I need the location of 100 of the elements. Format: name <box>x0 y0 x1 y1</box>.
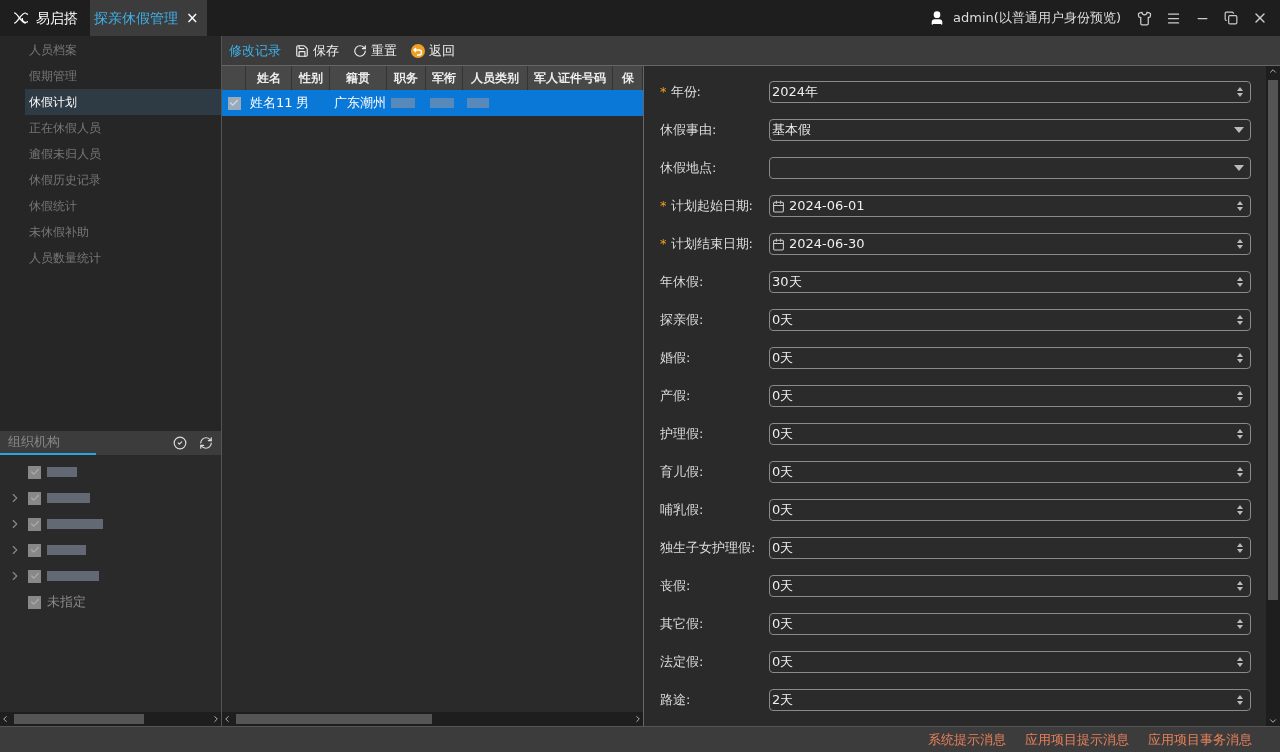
spinner-icon <box>1236 656 1244 668</box>
nav-item[interactable]: 休假历史记录 <box>25 167 221 193</box>
blurred-text <box>47 467 77 477</box>
blurred-text <box>47 519 103 529</box>
tab[interactable]: 探亲休假管理 × <box>90 0 207 36</box>
table-cell-text: 姓名11 <box>250 94 293 113</box>
reset-icon <box>353 43 367 58</box>
input-field[interactable]: 0天 <box>769 423 1251 445</box>
input-field[interactable]: 0天 <box>769 651 1251 673</box>
scroll-up-icon[interactable] <box>1268 66 1278 76</box>
checkbox[interactable] <box>28 517 41 531</box>
checkbox[interactable] <box>28 465 41 479</box>
spinner-icon <box>1236 618 1244 630</box>
input-field[interactable]: 2024-06-01 <box>769 195 1251 217</box>
dropdown-field[interactable] <box>769 157 1251 179</box>
field-label-text: 年份: <box>670 84 701 100</box>
required-mark: * <box>660 198 667 214</box>
table-cell-text: 广东潮州 <box>334 94 386 113</box>
spinner-icon <box>1236 428 1244 440</box>
blurred-text <box>467 98 489 108</box>
spinner-icon <box>1236 200 1244 212</box>
input-field[interactable]: 30天 <box>769 271 1251 293</box>
field-label-text: 休假地点: <box>660 160 717 176</box>
toolbar-button[interactable]: 保存 <box>295 40 339 61</box>
field-label-text: 路途: <box>660 692 691 708</box>
input-field[interactable]: 0天 <box>769 347 1251 369</box>
spinner-icon <box>1236 86 1244 98</box>
input-field[interactable]: 0天 <box>769 537 1251 559</box>
scroll-right-icon[interactable] <box>211 714 221 724</box>
user-label[interactable]: admin(以普通用户身份预览) <box>953 8 1121 28</box>
history-link[interactable]: 修改记录 <box>229 40 281 61</box>
calendar-icon <box>772 237 785 251</box>
input-field[interactable]: 0天 <box>769 309 1251 331</box>
nav-item[interactable]: 假期管理 <box>25 63 221 89</box>
check-icon <box>29 571 40 581</box>
field-label-text: 哺乳假: <box>660 502 704 518</box>
toolbar-button[interactable]: 重置 <box>353 40 397 61</box>
input-field[interactable]: 2天 <box>769 689 1251 711</box>
input-field[interactable]: 0天 <box>769 461 1251 483</box>
dropdown-field[interactable]: 基本假 <box>769 119 1251 141</box>
check-icon <box>29 467 40 477</box>
field-label-text: 法定假: <box>660 654 704 670</box>
field-label-text: 探亲假: <box>660 312 704 328</box>
horizontal-scrollbar[interactable] <box>0 712 221 726</box>
check-icon <box>29 545 40 555</box>
tree-label[interactable]: 未指定 <box>47 592 86 612</box>
required-mark: * <box>660 236 667 252</box>
input-field[interactable]: 2024-06-30 <box>769 233 1251 255</box>
spinner-icon <box>1236 352 1244 364</box>
status-link[interactable]: 系统提示消息 <box>928 729 1006 750</box>
refresh-icon[interactable] <box>199 436 213 450</box>
field-label-text: 婚假: <box>660 350 691 366</box>
spinner-icon <box>1236 580 1244 592</box>
spinner-icon <box>1236 238 1244 250</box>
scroll-down-icon[interactable] <box>1268 716 1278 726</box>
field-label-text: 丧假: <box>660 578 691 594</box>
app-name: 易启搭 <box>36 8 78 28</box>
spinner-icon <box>1236 466 1244 478</box>
status-link[interactable]: 应用项目提示消息 <box>1025 729 1129 750</box>
back-icon <box>411 43 425 58</box>
restore-icon[interactable] <box>1224 11 1238 25</box>
check-icon <box>229 98 239 108</box>
horizontal-scrollbar[interactable] <box>222 712 643 726</box>
input-field[interactable]: 2024年 <box>769 81 1251 103</box>
status-link[interactable]: 应用项目事务消息 <box>1148 729 1252 750</box>
close-tab-button[interactable]: × <box>182 6 203 30</box>
check-icon <box>29 493 40 503</box>
input-field[interactable]: 0天 <box>769 575 1251 597</box>
checkbox[interactable] <box>28 491 41 505</box>
field-label-text: 年休假: <box>660 274 704 290</box>
input-field[interactable]: 0天 <box>769 499 1251 521</box>
vertical-scrollbar[interactable] <box>1266 66 1280 726</box>
checkbox[interactable] <box>28 595 41 609</box>
skin-icon[interactable] <box>1137 10 1152 26</box>
input-field[interactable]: 0天 <box>769 385 1251 407</box>
field-label-text: 计划起始日期: <box>670 198 753 214</box>
toolbar-button[interactable]: 返回 <box>411 40 455 61</box>
checkbox[interactable] <box>227 96 241 110</box>
dropdown-caret-icon <box>1234 165 1244 171</box>
checkbox[interactable] <box>28 569 41 583</box>
check-icon <box>29 597 40 607</box>
menu-icon[interactable] <box>1166 10 1181 26</box>
spinner-icon <box>1236 542 1244 554</box>
required-mark: * <box>660 84 667 100</box>
save-icon <box>295 43 309 58</box>
table-row[interactable]: 姓名11 男 广东潮州 <box>222 90 643 116</box>
blurred-text <box>430 98 454 108</box>
table-cell-text: 男 <box>296 94 309 113</box>
nav-item[interactable]: 休假统计 <box>25 193 221 219</box>
check-all-icon[interactable] <box>173 436 187 450</box>
blurred-text <box>391 98 415 108</box>
scroll-right-icon[interactable] <box>633 714 643 724</box>
input-field[interactable]: 0天 <box>769 613 1251 635</box>
field-label-text: 其它假: <box>660 616 704 632</box>
spinner-icon <box>1236 694 1244 706</box>
scroll-left-icon[interactable] <box>0 714 10 724</box>
scroll-left-icon[interactable] <box>222 714 232 724</box>
blurred-text <box>47 571 99 581</box>
checkbox[interactable] <box>28 543 41 557</box>
nav-item[interactable]: 休假计划 <box>25 89 221 115</box>
